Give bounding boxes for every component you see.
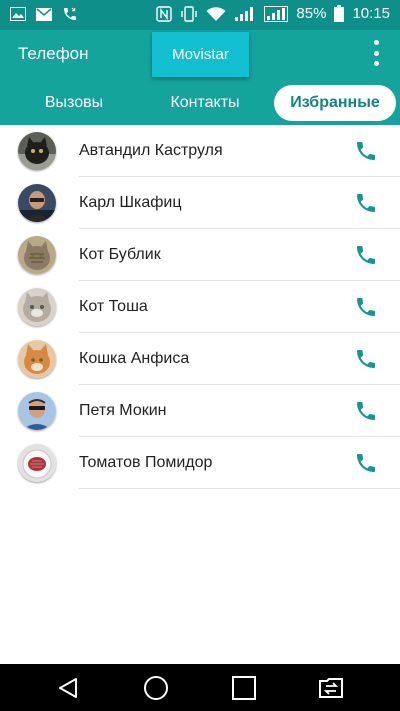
avatar (18, 184, 56, 222)
contact-name: Автандил Каструля (79, 142, 223, 159)
phone-icon[interactable] (354, 399, 378, 423)
divider (79, 488, 400, 489)
notification-icons (10, 6, 78, 22)
fluffy-cat-photo (18, 288, 56, 326)
favorites-list: Автандил Каструля Карл Шкафиц Кот Бублик… (0, 125, 400, 489)
contact-name: Кот Бублик (79, 246, 161, 263)
contact-name: Томатов Помидор (79, 454, 213, 471)
list-item[interactable]: Автандил Каструля (0, 125, 400, 177)
phone-icon[interactable] (354, 295, 378, 319)
contact-name: Карл Шкафиц (79, 194, 182, 211)
clock: 10:15 (352, 5, 390, 22)
phone-icon[interactable] (354, 139, 378, 163)
avatar (18, 236, 56, 274)
page-title: Телефон (18, 44, 89, 63)
contact-name: Петя Мокин (79, 402, 167, 419)
phone-icon[interactable] (354, 243, 378, 267)
battery-icon (334, 5, 345, 22)
contact-name: Кошка Анфиса (79, 350, 190, 367)
list-item[interactable]: Карл Шкафиц (0, 177, 400, 229)
avatar (18, 340, 56, 378)
phone-icon[interactable] (354, 191, 378, 215)
signal-icon (235, 6, 254, 21)
navigation-bar (0, 664, 400, 711)
status-bar: 85% 10:15 (0, 0, 400, 30)
man-sunglasses-photo (18, 392, 56, 430)
nfc-icon (156, 5, 173, 22)
back-icon[interactable] (53, 673, 83, 703)
phone-icon[interactable] (354, 347, 378, 371)
man-photo (18, 184, 56, 222)
missed-call-icon (64, 7, 76, 20)
avatar (18, 132, 56, 170)
gallery-icon (10, 7, 26, 21)
tabby-cat-photo (18, 236, 56, 274)
sim-switch-icon[interactable] (316, 673, 346, 703)
avatar (18, 392, 56, 430)
recents-icon[interactable] (229, 673, 259, 703)
list-item[interactable]: Петя Мокин (0, 385, 400, 437)
list-item[interactable]: Кот Бублик (0, 229, 400, 281)
contact-name: Кот Тоша (79, 298, 148, 315)
mail-icon (36, 7, 52, 21)
vibrate-icon (181, 5, 198, 22)
home-icon[interactable] (141, 673, 171, 703)
tomato-plate-photo (18, 444, 56, 482)
phone-icon[interactable] (354, 451, 378, 475)
battery-percent: 85% (296, 5, 327, 22)
wifi-icon (206, 6, 226, 21)
app-bar: Телефон Movistar Вызовы Контакты Избранн… (0, 30, 400, 125)
tab-calls[interactable]: Вызовы (28, 85, 120, 121)
tab-contacts[interactable]: Контакты (156, 85, 254, 121)
list-item[interactable]: Томатов Помидор (0, 437, 400, 489)
system-status: 85% 10:15 (156, 5, 390, 22)
list-item[interactable]: Кошка Анфиса (0, 333, 400, 385)
carrier-button[interactable]: Movistar (152, 32, 249, 77)
list-item[interactable]: Кот Тоша (0, 281, 400, 333)
avatar (18, 444, 56, 482)
overflow-menu-icon[interactable] (364, 40, 388, 66)
black-cat-photo (18, 132, 56, 170)
tab-favorites[interactable]: Избранные (274, 85, 396, 121)
avatar (18, 288, 56, 326)
ginger-cat-photo (18, 340, 56, 378)
signal-icon (264, 5, 289, 22)
